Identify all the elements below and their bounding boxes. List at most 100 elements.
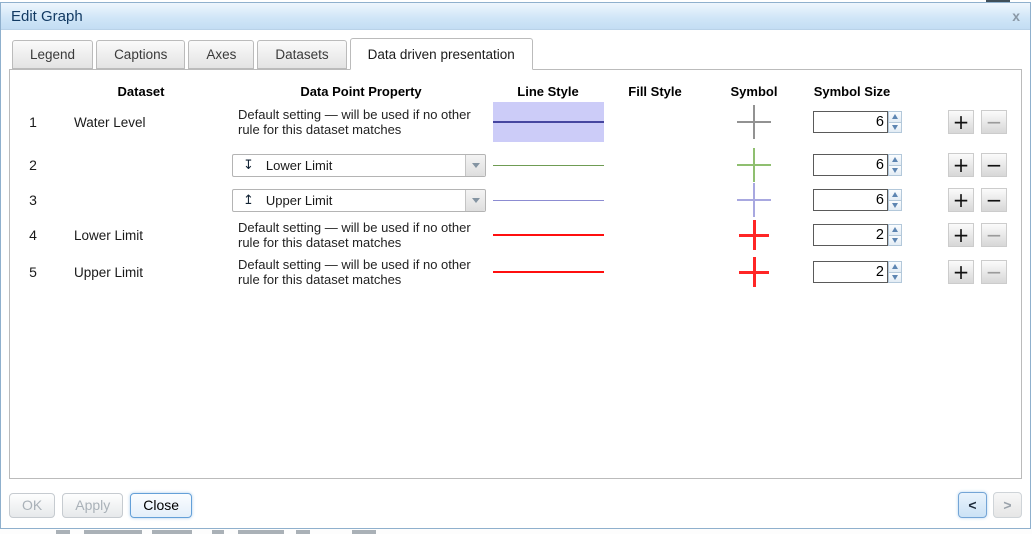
- line-style-swatch[interactable]: [493, 145, 604, 185]
- tab-datasets[interactable]: Datasets: [257, 40, 346, 69]
- data-point-property-dropdown[interactable]: ↧ Lower Limit: [232, 154, 486, 177]
- background-page-sliver: [0, 529, 1032, 534]
- header-line-style: Line Style: [492, 84, 604, 99]
- prev-page-button[interactable]: <: [958, 492, 987, 518]
- table-row: 5 Upper Limit Default setting — will be …: [14, 252, 1021, 289]
- row-number: 4: [14, 227, 52, 243]
- dropdown-selected-value: Upper Limit: [266, 193, 332, 208]
- line-sample: [493, 121, 604, 123]
- line-style-swatch[interactable]: [493, 180, 604, 220]
- table-row: 4 Lower Limit Default setting — will be …: [14, 215, 1021, 252]
- tab-legend[interactable]: Legend: [12, 40, 93, 69]
- background-mark: [296, 530, 310, 534]
- chevron-down-icon: [892, 203, 898, 208]
- background-mark: [84, 530, 142, 534]
- chevron-down-icon: [892, 275, 898, 280]
- dataset-name: Lower Limit: [52, 228, 230, 243]
- symbol-size-spinner: [813, 154, 902, 176]
- next-page-button[interactable]: >: [993, 492, 1022, 518]
- tab-bar: Legend Captions Axes Datasets Data drive…: [12, 38, 1022, 69]
- line-sample: [493, 271, 604, 273]
- dialog-footer: OK Apply Close < >: [9, 492, 1022, 518]
- dialog-titlebar: Edit Graph x: [1, 3, 1030, 30]
- background-mark: [152, 530, 192, 534]
- chevron-up-icon: [892, 157, 898, 162]
- row-number: 2: [14, 157, 52, 173]
- close-button[interactable]: Close: [130, 493, 192, 518]
- tab-axes[interactable]: Axes: [188, 40, 254, 69]
- symbol-preview-cross-icon[interactable]: [737, 148, 771, 182]
- tab-data-driven-presentation[interactable]: Data driven presentation: [350, 38, 533, 70]
- symbol-size-input[interactable]: [813, 261, 888, 283]
- symbol-size-spinner: [813, 224, 902, 246]
- line-sample: [493, 234, 604, 236]
- symbol-preview-cross-icon[interactable]: [739, 220, 769, 250]
- add-rule-button[interactable]: +: [948, 110, 974, 134]
- line-sample: [493, 200, 604, 201]
- remove-rule-button[interactable]: −: [981, 110, 1007, 134]
- remove-rule-button[interactable]: −: [981, 260, 1007, 284]
- symbol-size-spinner: [813, 189, 902, 211]
- chevron-down-icon: [472, 198, 480, 203]
- add-rule-button[interactable]: +: [948, 153, 974, 177]
- dataset-name: Water Level: [52, 115, 230, 130]
- row-number: 3: [14, 192, 52, 208]
- spinner-down-button[interactable]: [888, 235, 902, 247]
- header-dataset: Dataset: [52, 84, 230, 99]
- apply-button[interactable]: Apply: [62, 493, 123, 518]
- dataset-name: Upper Limit: [52, 265, 230, 280]
- table-row: 1 Water Level Default setting — will be …: [14, 99, 1021, 145]
- table-row: 2 ↧ Lower Limit: [14, 145, 1021, 180]
- row-number: 1: [14, 114, 52, 130]
- close-icon[interactable]: x: [1012, 9, 1020, 23]
- symbol-size-input[interactable]: [813, 154, 888, 176]
- chevron-down-icon: [892, 168, 898, 173]
- symbol-preview-cross-icon[interactable]: [739, 257, 769, 287]
- symbol-size-input[interactable]: [813, 111, 888, 133]
- data-driven-presentation-panel: Dataset Data Point Property Line Style F…: [9, 69, 1022, 479]
- chevron-up-icon: [892, 114, 898, 119]
- default-setting-text: Default setting — will be used if no oth…: [230, 107, 492, 138]
- add-rule-button[interactable]: +: [948, 260, 974, 284]
- chevron-down-icon: [892, 125, 898, 130]
- tab-captions[interactable]: Captions: [96, 40, 185, 69]
- symbol-size-input[interactable]: [813, 224, 888, 246]
- remove-rule-button[interactable]: −: [981, 153, 1007, 177]
- data-point-property-dropdown[interactable]: ↥ Upper Limit: [232, 189, 486, 212]
- ok-button[interactable]: OK: [9, 493, 55, 518]
- symbol-size-spinner: [813, 111, 902, 133]
- dropdown-open-button[interactable]: [465, 155, 485, 176]
- chevron-up-icon: [892, 264, 898, 269]
- line-style-swatch[interactable]: [493, 252, 604, 292]
- page-nav: < >: [958, 492, 1022, 518]
- symbol-size-spinner: [813, 261, 902, 283]
- dropdown-open-button[interactable]: [465, 190, 485, 211]
- spinner-down-button[interactable]: [888, 122, 902, 134]
- chevron-down-icon: [472, 163, 480, 168]
- upper-limit-icon: ↥: [243, 192, 254, 208]
- header-symbol-size: Symbol Size: [802, 84, 902, 99]
- spinner-down-button[interactable]: [888, 272, 902, 284]
- symbol-size-input[interactable]: [813, 189, 888, 211]
- header-data-point-property: Data Point Property: [230, 84, 492, 99]
- header-symbol: Symbol: [706, 84, 802, 99]
- default-setting-text: Default setting — will be used if no oth…: [230, 257, 492, 288]
- symbol-preview-cross-icon[interactable]: [737, 105, 771, 139]
- chevron-down-icon: [892, 238, 898, 243]
- line-style-swatch[interactable]: [493, 215, 604, 255]
- table-row: 3 ↥ Upper Limit: [14, 180, 1021, 215]
- add-rule-button[interactable]: +: [948, 223, 974, 247]
- dropdown-selected-value: Lower Limit: [266, 158, 332, 173]
- spinner-down-button[interactable]: [888, 200, 902, 212]
- spinner-down-button[interactable]: [888, 165, 902, 177]
- line-style-swatch[interactable]: [493, 102, 604, 142]
- dialog-title: Edit Graph: [11, 8, 83, 25]
- lower-limit-icon: ↧: [243, 157, 254, 173]
- dialog-content: Legend Captions Axes Datasets Data drive…: [1, 30, 1030, 528]
- chevron-up-icon: [892, 227, 898, 232]
- remove-rule-button[interactable]: −: [981, 223, 1007, 247]
- add-rule-button[interactable]: +: [948, 188, 974, 212]
- symbol-preview-cross-icon[interactable]: [737, 183, 771, 217]
- background-mark: [238, 530, 284, 534]
- remove-rule-button[interactable]: −: [981, 188, 1007, 212]
